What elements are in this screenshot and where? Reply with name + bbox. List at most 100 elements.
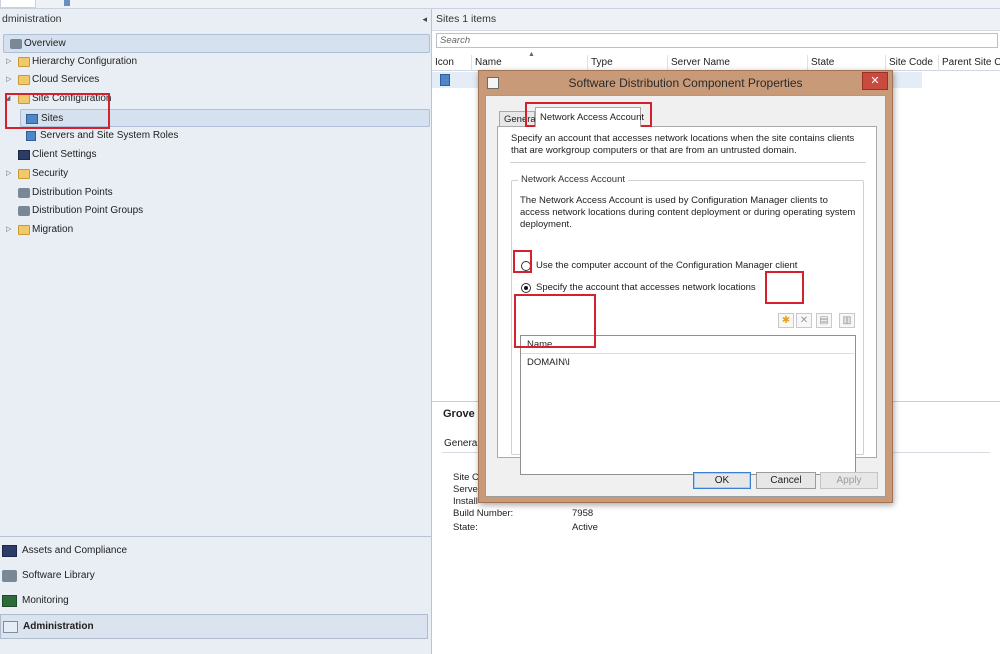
ok-button[interactable]: OK bbox=[693, 472, 751, 489]
list-item[interactable]: DOMAIN\l bbox=[527, 357, 570, 368]
top-strip bbox=[0, 0, 1000, 9]
detail-value-build-number: 7958 bbox=[572, 508, 594, 519]
dialog-title: Software Distribution Component Properti… bbox=[568, 76, 803, 90]
distribution-group-icon bbox=[18, 206, 30, 217]
workspace-label: Software Library bbox=[22, 570, 95, 581]
tree-item-site-configuration[interactable]: ◢ Site Configuration bbox=[0, 90, 432, 109]
details-tab-general[interactable]: General bbox=[444, 438, 480, 449]
workspace-software-library[interactable]: Software Library bbox=[0, 564, 432, 589]
column-header-type[interactable]: Type bbox=[588, 55, 668, 71]
workspace-monitoring[interactable]: Monitoring bbox=[0, 589, 432, 614]
close-icon[interactable]: ✕ bbox=[862, 72, 888, 90]
tree-expander[interactable]: ◢ bbox=[5, 90, 13, 108]
tree-item-label: Sites bbox=[41, 112, 64, 124]
monitoring-icon bbox=[2, 595, 17, 607]
site-icon bbox=[440, 74, 450, 86]
tab-network-access-account[interactable]: Network Access Account bbox=[535, 107, 644, 127]
folder-icon bbox=[18, 168, 30, 179]
column-header-state[interactable]: State bbox=[808, 55, 886, 71]
column-headers: Icon Name Type Server Name State Site Co… bbox=[432, 55, 1000, 71]
tree-expander[interactable]: ▷ bbox=[6, 221, 14, 239]
tree-item-cloud-services[interactable]: ▷ Cloud Services bbox=[0, 71, 432, 90]
detail-label: Install bbox=[453, 496, 478, 507]
workspace-label: Monitoring bbox=[22, 595, 69, 606]
radio-use-computer-account[interactable] bbox=[521, 261, 531, 271]
tree-expander[interactable]: ▷ bbox=[6, 71, 14, 89]
intro-text: Specify an account that accesses network… bbox=[511, 133, 855, 156]
column-header-server-name[interactable]: Server Name bbox=[668, 55, 808, 71]
cancel-button[interactable]: Cancel bbox=[756, 472, 816, 489]
tree-item-client-settings[interactable]: Client Settings bbox=[0, 146, 432, 165]
workspace-label: Administration bbox=[23, 621, 94, 632]
tree-item-distribution-point-groups[interactable]: Distribution Point Groups bbox=[0, 202, 432, 221]
detail-label: Server bbox=[453, 484, 481, 495]
tree-item-overview[interactable]: Overview bbox=[3, 34, 430, 53]
tree-item-label: Distribution Point Groups bbox=[32, 205, 144, 217]
delete-icon[interactable]: ✕ bbox=[796, 313, 812, 328]
workspace-label: Assets and Compliance bbox=[22, 545, 128, 556]
column-header-name[interactable]: Name bbox=[472, 55, 588, 71]
tree-item-label: Migration bbox=[32, 223, 74, 235]
tree-item-migration[interactable]: ▷ Migration bbox=[0, 221, 432, 240]
tree-item-label: Site Configuration bbox=[32, 93, 112, 105]
wunderbar-divider bbox=[0, 536, 432, 538]
column-header-icon[interactable]: Icon bbox=[432, 55, 472, 71]
divider bbox=[510, 162, 866, 163]
tree-item-security[interactable]: ▷ Security bbox=[0, 165, 432, 184]
tree-expander[interactable]: ▷ bbox=[6, 165, 14, 183]
detail-label: State: bbox=[453, 522, 478, 533]
navigation-tree: Overview ▷ Hierarchy Configuration ▷ Clo… bbox=[0, 34, 432, 240]
monitor-icon bbox=[18, 150, 30, 161]
account-list[interactable]: Name DOMAIN\l bbox=[520, 335, 856, 475]
tree-item-hierarchy-configuration[interactable]: ▷ Hierarchy Configuration bbox=[0, 53, 432, 72]
tree-item-label: Servers and Site System Roles bbox=[40, 130, 179, 142]
ribbon-tab[interactable] bbox=[0, 0, 36, 8]
properties-icon[interactable]: ▤ bbox=[816, 313, 832, 328]
navigation-pane: dministration ◂ Overview ▷ Hierarchy Con… bbox=[0, 9, 432, 654]
group-title: Network Access Account bbox=[518, 174, 629, 185]
properties-dialog: Software Distribution Component Properti… bbox=[478, 70, 893, 503]
dialog-body: General Network Access Account Specify a… bbox=[485, 95, 886, 497]
tree-item-label: Security bbox=[32, 167, 69, 179]
assets-icon bbox=[2, 545, 17, 557]
column-header-site-code[interactable]: Site Code bbox=[886, 55, 939, 71]
new-account-icon[interactable]: ✱ bbox=[778, 313, 794, 328]
search-input[interactable]: Search bbox=[436, 33, 998, 48]
detail-value-state: Active bbox=[572, 522, 598, 533]
nav-header: dministration ◂ bbox=[0, 9, 431, 31]
sites-icon bbox=[26, 113, 38, 124]
radio-specify-account[interactable] bbox=[521, 283, 531, 293]
folder-icon bbox=[18, 56, 30, 67]
tab-panel: Specify an account that accesses network… bbox=[497, 126, 877, 475]
tab-general[interactable]: General bbox=[499, 111, 538, 127]
library-icon bbox=[2, 570, 17, 582]
tree-expander[interactable]: ▷ bbox=[6, 53, 14, 71]
distribution-point-icon bbox=[18, 187, 30, 198]
ribbon-icon bbox=[64, 0, 70, 6]
workspace-assets-and-compliance[interactable]: Assets and Compliance bbox=[0, 539, 432, 564]
column-header-parent-site-code[interactable]: Parent Site Co bbox=[939, 55, 1000, 71]
apply-button[interactable]: Apply bbox=[820, 472, 878, 489]
detail-label: Build Number: bbox=[453, 508, 514, 519]
column-header-name[interactable]: Name bbox=[521, 336, 854, 354]
tree-item-label: Cloud Services bbox=[32, 74, 100, 86]
radio-label-use-computer-account: Use the computer account of the Configur… bbox=[536, 260, 798, 271]
collapse-pane-icon[interactable]: ◂ bbox=[422, 9, 427, 29]
verify-icon[interactable]: ▥ bbox=[839, 313, 855, 328]
radio-label-specify-account: Specify the account that accesses networ… bbox=[536, 282, 756, 293]
tree-item-label: Hierarchy Configuration bbox=[32, 55, 138, 67]
tree-item-sites[interactable]: Sites bbox=[20, 108, 430, 128]
folder-icon bbox=[18, 75, 30, 86]
workspace-administration[interactable]: Administration bbox=[0, 614, 428, 639]
group-description: The Network Access Account is used by Co… bbox=[520, 195, 856, 230]
tree-item-servers-and-site-system-roles[interactable]: Servers and Site System Roles bbox=[0, 127, 432, 146]
tree-item-distribution-points[interactable]: Distribution Points bbox=[0, 184, 432, 203]
folder-icon bbox=[18, 224, 30, 235]
nav-header-title: dministration bbox=[2, 13, 62, 25]
overview-icon bbox=[10, 39, 22, 49]
folder-icon bbox=[18, 94, 30, 105]
tree-item-label: Distribution Points bbox=[32, 186, 113, 198]
tree-item-label: Client Settings bbox=[32, 149, 97, 161]
list-header: Sites 1 items bbox=[432, 9, 1000, 31]
tree-item-label: Overview bbox=[24, 38, 66, 49]
